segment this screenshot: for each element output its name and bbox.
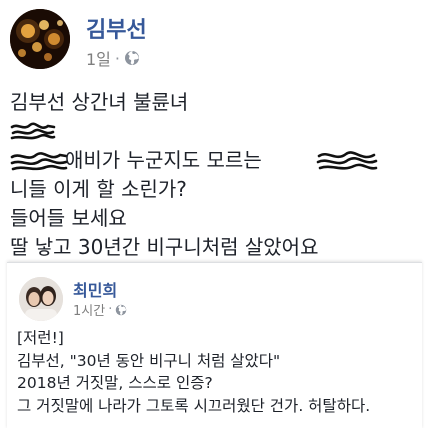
- redaction-scribble: [10, 122, 56, 140]
- shared-post-body: [저런!] 김부선, "30년 동안 비구니 처럼 살았다" 2018년 거짓말…: [17, 327, 417, 417]
- shared-post-author-name[interactable]: 최민희: [73, 277, 117, 301]
- shared-author-avatar[interactable]: [19, 277, 63, 321]
- lantern-photo: [10, 9, 70, 69]
- post-line: 딸 낳고 30년간 비구니처럼 살았어요: [10, 235, 319, 259]
- redacted-line: [10, 117, 425, 146]
- meta-separator: ·: [108, 302, 113, 317]
- meta-separator: ·: [114, 48, 120, 68]
- portrait-photo: [19, 277, 63, 321]
- shared-post-timestamp[interactable]: 1시간: [73, 300, 105, 319]
- post-timestamp[interactable]: 1일: [86, 46, 111, 70]
- shared-post-meta: 1시간 ·: [73, 300, 127, 319]
- author-avatar[interactable]: [10, 9, 70, 69]
- shared-post-line: [저런!]: [17, 329, 64, 347]
- shared-post-line: 2018년 거짓말, 스스로 인증?: [17, 374, 213, 392]
- globe-icon[interactable]: [115, 304, 127, 316]
- globe-icon[interactable]: [124, 50, 140, 66]
- post-line: 들어들 보세요: [10, 206, 127, 230]
- post-line: 애비가 누군지도 모르는: [10, 146, 425, 175]
- shared-post-card[interactable]: 최민희 1시간 · [저런!] 김부선, "30년 동안 비구니 처럼 살았다"…: [7, 262, 422, 428]
- redaction-scribble: [316, 151, 378, 170]
- post-line: 니들 이게 할 소린가?: [10, 177, 187, 201]
- shared-post-line: 김부선, "30년 동안 비구니 처럼 살았다": [17, 351, 281, 370]
- post-meta: 1일 ·: [86, 46, 140, 70]
- post-header: 김부선 1일 ·: [10, 9, 420, 69]
- shared-post-line: 그 거짓말에 나라가 그토록 시끄러웠단 건가. 허탈하다.: [17, 396, 371, 415]
- post-author-name[interactable]: 김부선: [86, 12, 147, 44]
- redaction-scribble: [10, 152, 68, 171]
- post-line-text: 애비가 누군지도 모르는: [65, 148, 262, 172]
- post-body: 김부선 상간녀 불륜녀 애비가 누군지도 모르는 니들 이게 할 소린가? 들어…: [10, 88, 425, 262]
- facebook-post-screenshot: 김부선 1일 · 김부선 상간녀 불륜녀 애비가 누군지도 모르는 니들 이게 …: [0, 0, 429, 428]
- post-line: 김부선 상간녀 불륜녀: [10, 90, 189, 114]
